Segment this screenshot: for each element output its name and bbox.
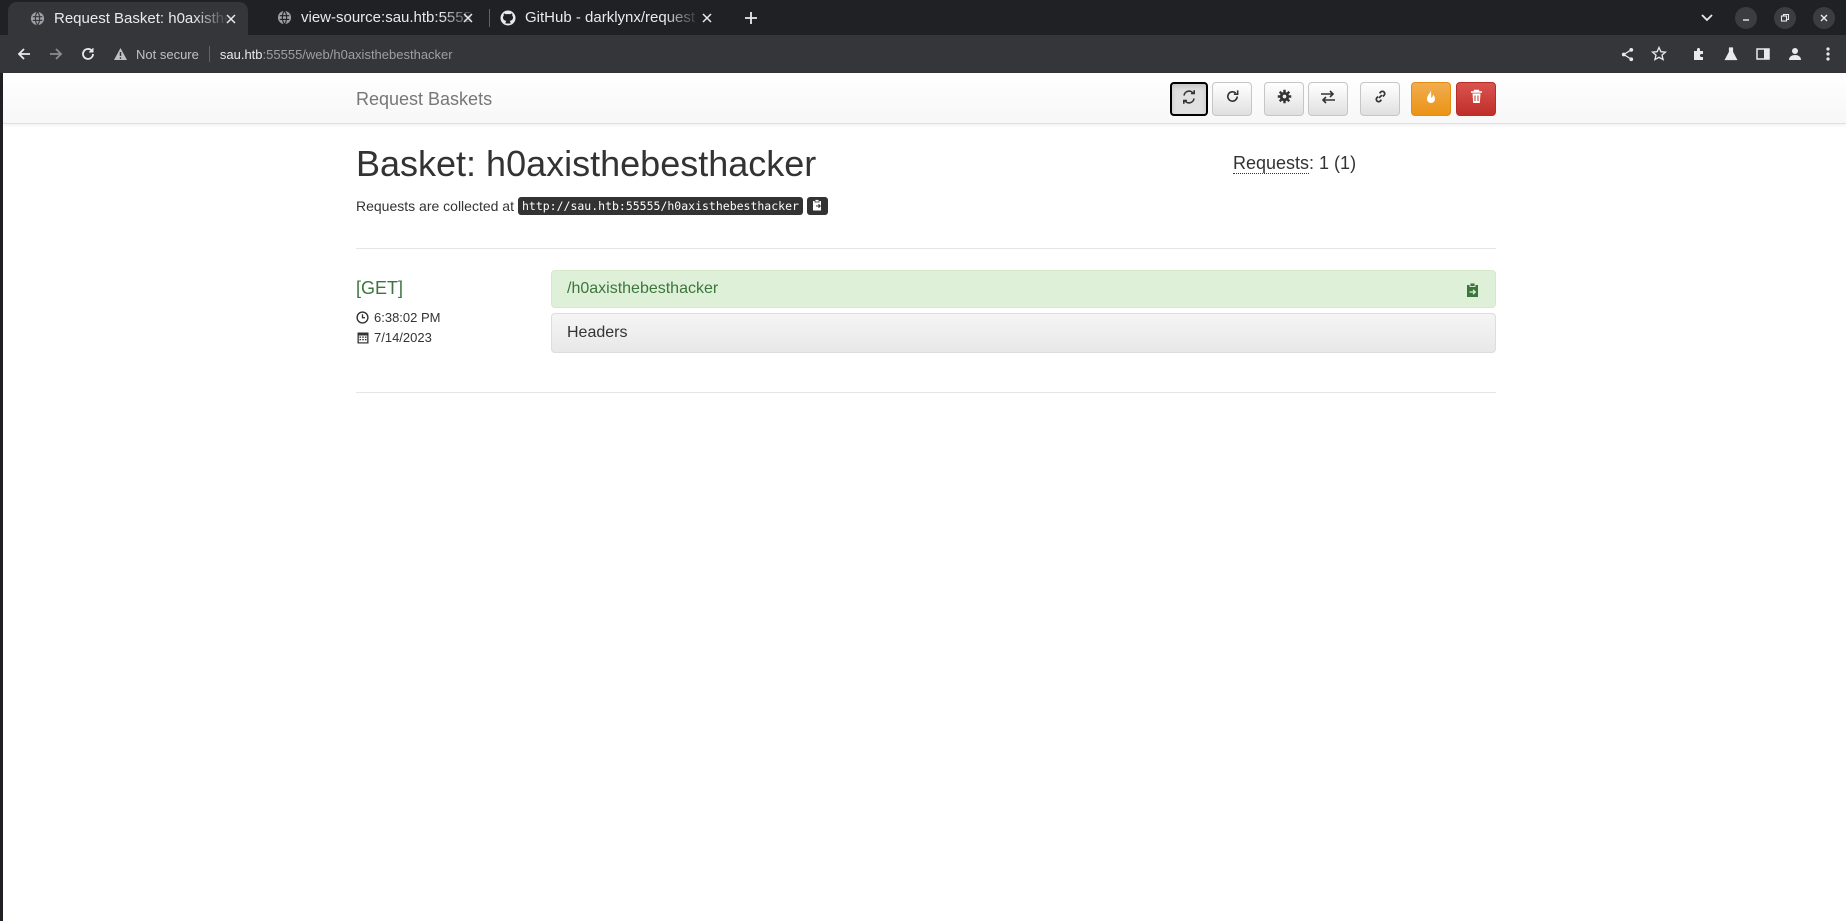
- github-icon: [500, 10, 516, 26]
- tab-request-basket[interactable]: Request Basket: h0axisthe: [8, 2, 248, 35]
- requests-label: Requests: [1233, 153, 1310, 174]
- tab-search-icon[interactable]: [1696, 7, 1718, 29]
- settings-button[interactable]: [1264, 82, 1304, 116]
- forward-request-icon[interactable]: [1465, 281, 1481, 298]
- restore-icon[interactable]: [1774, 7, 1796, 29]
- tab-view-source[interactable]: view-source:sau.htb:5555: [255, 0, 485, 35]
- new-tab-button[interactable]: [740, 7, 762, 29]
- settings-icon: [1277, 89, 1292, 109]
- close-tab-icon[interactable]: [224, 12, 238, 26]
- forward-icon[interactable]: [45, 43, 67, 65]
- clipboard-icon: [812, 198, 823, 214]
- menu-icon[interactable]: [1817, 43, 1839, 65]
- collected-prefix: Requests are collected at: [356, 198, 514, 214]
- auto-refresh-button[interactable]: [1170, 82, 1208, 116]
- omnibox-separator: [208, 46, 210, 62]
- refresh-button[interactable]: [1212, 82, 1252, 116]
- url-host: sau.htb: [219, 46, 263, 62]
- collected-at-line: Requests are collected at http://sau.htb…: [356, 197, 828, 215]
- responses-icon: [1320, 89, 1336, 109]
- tab-github[interactable]: GitHub - darklynx/request: [479, 0, 724, 35]
- extensions-icon[interactable]: [1688, 43, 1710, 65]
- share-icon[interactable]: [1616, 43, 1638, 65]
- close-window-icon[interactable]: [1813, 7, 1835, 29]
- brand-link[interactable]: Request Baskets: [356, 89, 492, 110]
- auto-refresh-icon: [1181, 89, 1197, 110]
- delete-basket-button[interactable]: [1456, 82, 1496, 116]
- sidepanel-icon[interactable]: [1752, 43, 1774, 65]
- request-time: 6:38:02 PM: [356, 310, 441, 325]
- minimize-icon[interactable]: [1735, 7, 1757, 29]
- divider: [356, 248, 1496, 249]
- share-link-button[interactable]: [1360, 82, 1400, 116]
- browser-toolbar: Not secure sau.htb:55555/web/h0axisthebe…: [0, 35, 1846, 73]
- profile-icon[interactable]: [1784, 43, 1806, 65]
- flame-icon: [1424, 89, 1438, 110]
- tab-title: Request Basket: h0axisthe: [54, 10, 229, 27]
- clock-icon: [356, 311, 369, 324]
- tab-title: GitHub - darklynx/request: [525, 9, 696, 26]
- window-frame: [0, 73, 3, 921]
- close-tab-icon[interactable]: [700, 11, 714, 25]
- navbar: Request Baskets: [3, 73, 1846, 124]
- headers-title: Headers: [567, 324, 628, 341]
- request-date-value: 7/14/2023: [374, 330, 432, 345]
- flame-button[interactable]: [1411, 82, 1451, 116]
- headers-panel[interactable]: Headers: [551, 313, 1496, 353]
- divider: [356, 392, 1496, 393]
- request-time-value: 6:38:02 PM: [374, 310, 441, 325]
- request-path-panel[interactable]: /h0axisthebesthacker: [551, 270, 1496, 308]
- collect-url[interactable]: http://sau.htb:55555/h0axisthebesthacker: [517, 197, 803, 215]
- refresh-icon: [1225, 89, 1240, 109]
- request-path: /h0axisthebesthacker: [567, 280, 719, 297]
- security-label[interactable]: Not secure: [136, 47, 199, 62]
- request-date: 7/14/2023: [356, 330, 432, 345]
- share-link-icon: [1373, 89, 1388, 109]
- trash-icon: [1470, 89, 1483, 109]
- requests-count: Requests: 1 (1): [1233, 153, 1356, 174]
- tab-title: view-source:sau.htb:5555: [301, 9, 472, 26]
- flask-icon[interactable]: [1720, 43, 1742, 65]
- address-bar[interactable]: Not secure sau.htb:55555/web/h0axisthebe…: [113, 39, 1653, 69]
- globe-icon: [276, 10, 292, 26]
- tab-strip: Request Basket: h0axisthe view-source:sa…: [0, 0, 1846, 35]
- page-title: Basket: h0axisthebesthacker: [356, 143, 817, 184]
- warning-icon[interactable]: [113, 47, 128, 61]
- requests-count-value: : 1 (1): [1309, 153, 1357, 173]
- request-method: [GET]: [356, 278, 404, 298]
- reload-icon[interactable]: [77, 43, 99, 65]
- url-path: :55555/web/h0axisthebesthacker: [262, 46, 453, 62]
- responses-button[interactable]: [1308, 82, 1348, 116]
- star-icon[interactable]: [1648, 43, 1670, 65]
- back-icon[interactable]: [13, 43, 35, 65]
- calendar-icon: [356, 331, 369, 344]
- copy-url-button[interactable]: [806, 197, 828, 215]
- globe-icon: [29, 11, 45, 27]
- close-tab-icon[interactable]: [461, 11, 475, 25]
